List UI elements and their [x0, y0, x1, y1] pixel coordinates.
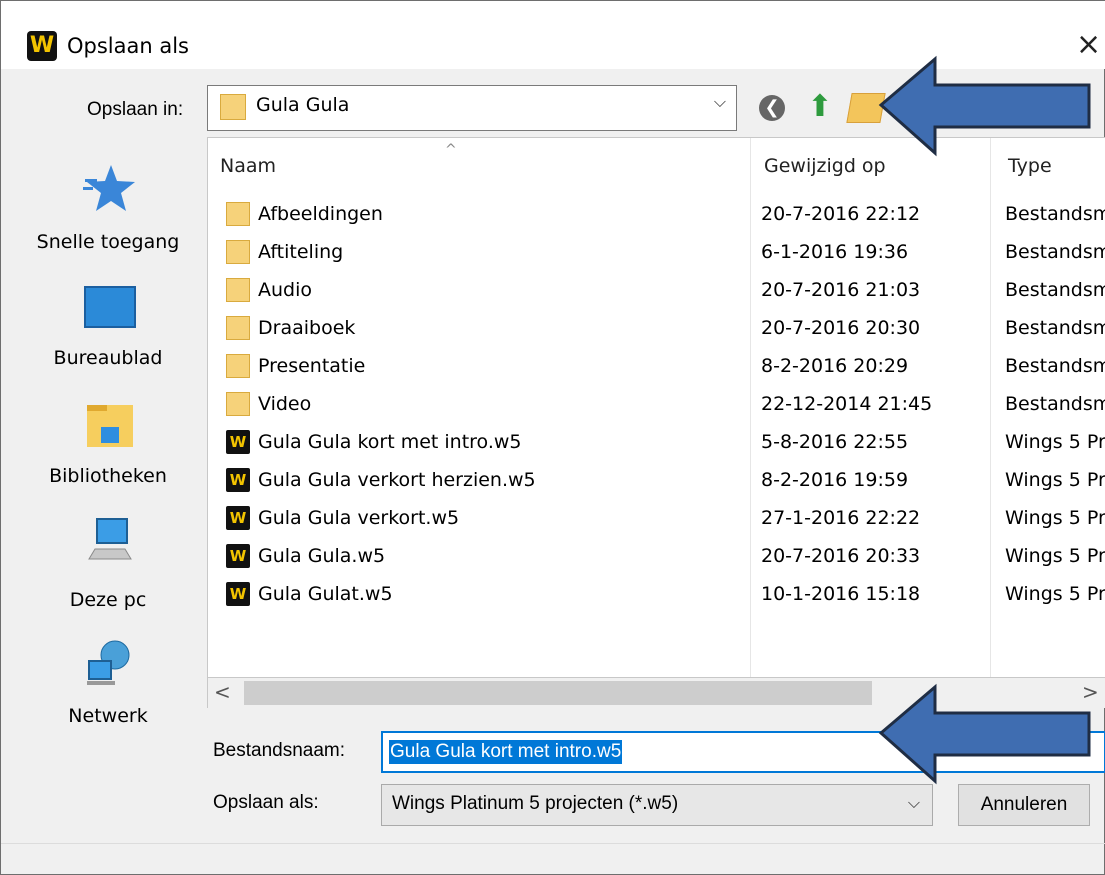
up-folder-icon[interactable]: ⬆ [805, 91, 835, 123]
file-name: Audio [258, 279, 313, 301]
file-modified: 5-8-2016 22:55 [761, 431, 909, 453]
file-name: Video [258, 393, 312, 415]
file-name: Aftiteling [258, 241, 344, 263]
file-type: Bestandsmap [1005, 317, 1105, 339]
file-name: Gula Gula verkort.w5 [258, 507, 460, 529]
chevron-down-icon: ⌵ [907, 793, 920, 812]
column-header-modified[interactable]: Gewijzigd op [764, 152, 886, 180]
wings-file-icon: W [226, 468, 250, 492]
file-type: Wings 5 Project [1005, 507, 1105, 529]
file-name: Gula Gula.w5 [258, 545, 386, 567]
wings-file-icon: W [226, 430, 250, 454]
list-item[interactable]: Draaiboek 20-7-2016 20:30 Bestandsmap [208, 308, 1105, 346]
file-type: Bestandsmap [1005, 279, 1105, 301]
wings-file-icon: W [226, 582, 250, 606]
back-icon[interactable]: ❮ [759, 95, 785, 121]
file-modified: 27-1-2016 22:22 [761, 507, 921, 529]
file-name: Presentatie [258, 355, 366, 377]
file-modified: 20-7-2016 20:30 [761, 317, 921, 339]
file-modified: 20-7-2016 22:12 [761, 203, 921, 225]
folder-icon [226, 202, 250, 226]
file-type: Bestandsmap [1005, 241, 1105, 263]
savetype-value: Wings Platinum 5 projecten (*.w5) [392, 793, 679, 814]
file-type: Wings 5 Project [1005, 469, 1105, 491]
wings-file-icon: W [226, 506, 250, 530]
list-item[interactable]: Afbeeldingen 20-7-2016 22:12 Bestandsmap [208, 194, 1105, 232]
file-type: Bestandsmap [1005, 203, 1105, 225]
file-type: Wings 5 Project [1005, 431, 1105, 453]
file-name: Draaiboek [258, 317, 356, 339]
top-strip [1, 1, 1105, 9]
current-folder-label: Gula Gula [256, 94, 350, 116]
wings-file-icon: W [226, 544, 250, 568]
place-label: Bibliotheken [49, 465, 167, 487]
file-name: Gula Gulat.w5 [258, 583, 393, 605]
folder-icon [220, 94, 246, 120]
folder-icon [226, 316, 250, 340]
file-modified: 20-7-2016 21:03 [761, 279, 921, 301]
scroll-left-icon[interactable]: < [214, 680, 231, 704]
app-logo-icon: W [27, 31, 57, 61]
folder-icon [226, 278, 250, 302]
list-item[interactable]: W Gula Gula.w5 20-7-2016 20:33 Wings 5 P… [208, 536, 1105, 574]
file-modified: 22-12-2014 21:45 [761, 393, 933, 415]
place-label: Netwerk [68, 705, 148, 727]
file-type: Wings 5 Project [1005, 583, 1105, 605]
bottom-divider [1, 843, 1105, 844]
places-sidebar: Snelle toegang Bureaublad Bibliotheken D… [9, 137, 207, 739]
folder-icon [226, 392, 250, 416]
folder-icon [226, 240, 250, 264]
annotation-arrow-toolbar [878, 55, 1091, 157]
desktop-icon [84, 286, 136, 328]
chevron-down-icon: ⌵ [713, 92, 726, 111]
this-pc-icon [88, 518, 132, 560]
list-item[interactable]: Video 22-12-2014 21:45 Bestandsmap [208, 384, 1105, 422]
folder-icon [226, 354, 250, 378]
sort-indicator: ^ [445, 142, 457, 158]
place-label: Snelle toegang [36, 231, 180, 253]
file-name: Gula Gula kort met intro.w5 [258, 431, 522, 453]
place-label: Deze pc [69, 589, 147, 611]
column-header-name[interactable]: Naam [220, 152, 276, 180]
annotation-arrow-filename [878, 683, 1091, 785]
libraries-icon [87, 405, 133, 447]
cancel-button[interactable]: Annuleren [958, 784, 1090, 826]
quick-access-icon [83, 165, 135, 211]
network-icon [87, 640, 130, 685]
file-name: Gula Gula verkort herzien.w5 [258, 469, 536, 491]
savetype-label: Opslaan als: [213, 792, 319, 813]
list-item[interactable]: W Gula Gulat.w5 10-1-2016 15:18 Wings 5 … [208, 574, 1105, 612]
place-label: Bureaublad [53, 347, 163, 369]
scroll-thumb[interactable] [244, 681, 872, 705]
filename-label: Bestandsnaam: [213, 740, 346, 761]
save-in-dropdown[interactable]: Gula Gula ⌵ [207, 85, 737, 131]
file-modified: 6-1-2016 19:36 [761, 241, 909, 263]
file-list: ^ Naam Gewijzigd op Type Afbeeldingen 20… [207, 137, 1105, 678]
file-modified: 10-1-2016 15:18 [761, 583, 921, 605]
filename-selected-text: Gula Gula kort met intro.w5 [389, 740, 623, 764]
list-item[interactable]: W Gula Gula verkort.w5 27-1-2016 22:22 W… [208, 498, 1105, 536]
list-item[interactable]: Audio 20-7-2016 21:03 Bestandsmap [208, 270, 1105, 308]
list-item[interactable]: Aftiteling 6-1-2016 19:36 Bestandsmap [208, 232, 1105, 270]
save-in-label: Opslaan in: [87, 99, 184, 120]
file-type: Bestandsmap [1005, 355, 1105, 377]
file-modified: 20-7-2016 20:33 [761, 545, 921, 567]
list-item[interactable]: Presentatie 8-2-2016 20:29 Bestandsmap [208, 346, 1105, 384]
file-modified: 8-2-2016 19:59 [761, 469, 909, 491]
list-item[interactable]: W Gula Gula kort met intro.w5 5-8-2016 2… [208, 422, 1105, 460]
file-modified: 8-2-2016 20:29 [761, 355, 909, 377]
savetype-dropdown[interactable]: Wings Platinum 5 projecten (*.w5) ⌵ [381, 784, 933, 826]
save-as-dialog: W Opslaan als × Opslaan in: Gula Gula ⌵ … [0, 0, 1105, 875]
file-name: Afbeeldingen [258, 203, 383, 225]
file-type: Wings 5 Project [1005, 545, 1105, 567]
dialog-title: Opslaan als [67, 34, 190, 58]
file-type: Bestandsmap [1005, 393, 1105, 415]
list-item[interactable]: W Gula Gula verkort herzien.w5 8-2-2016 … [208, 460, 1105, 498]
